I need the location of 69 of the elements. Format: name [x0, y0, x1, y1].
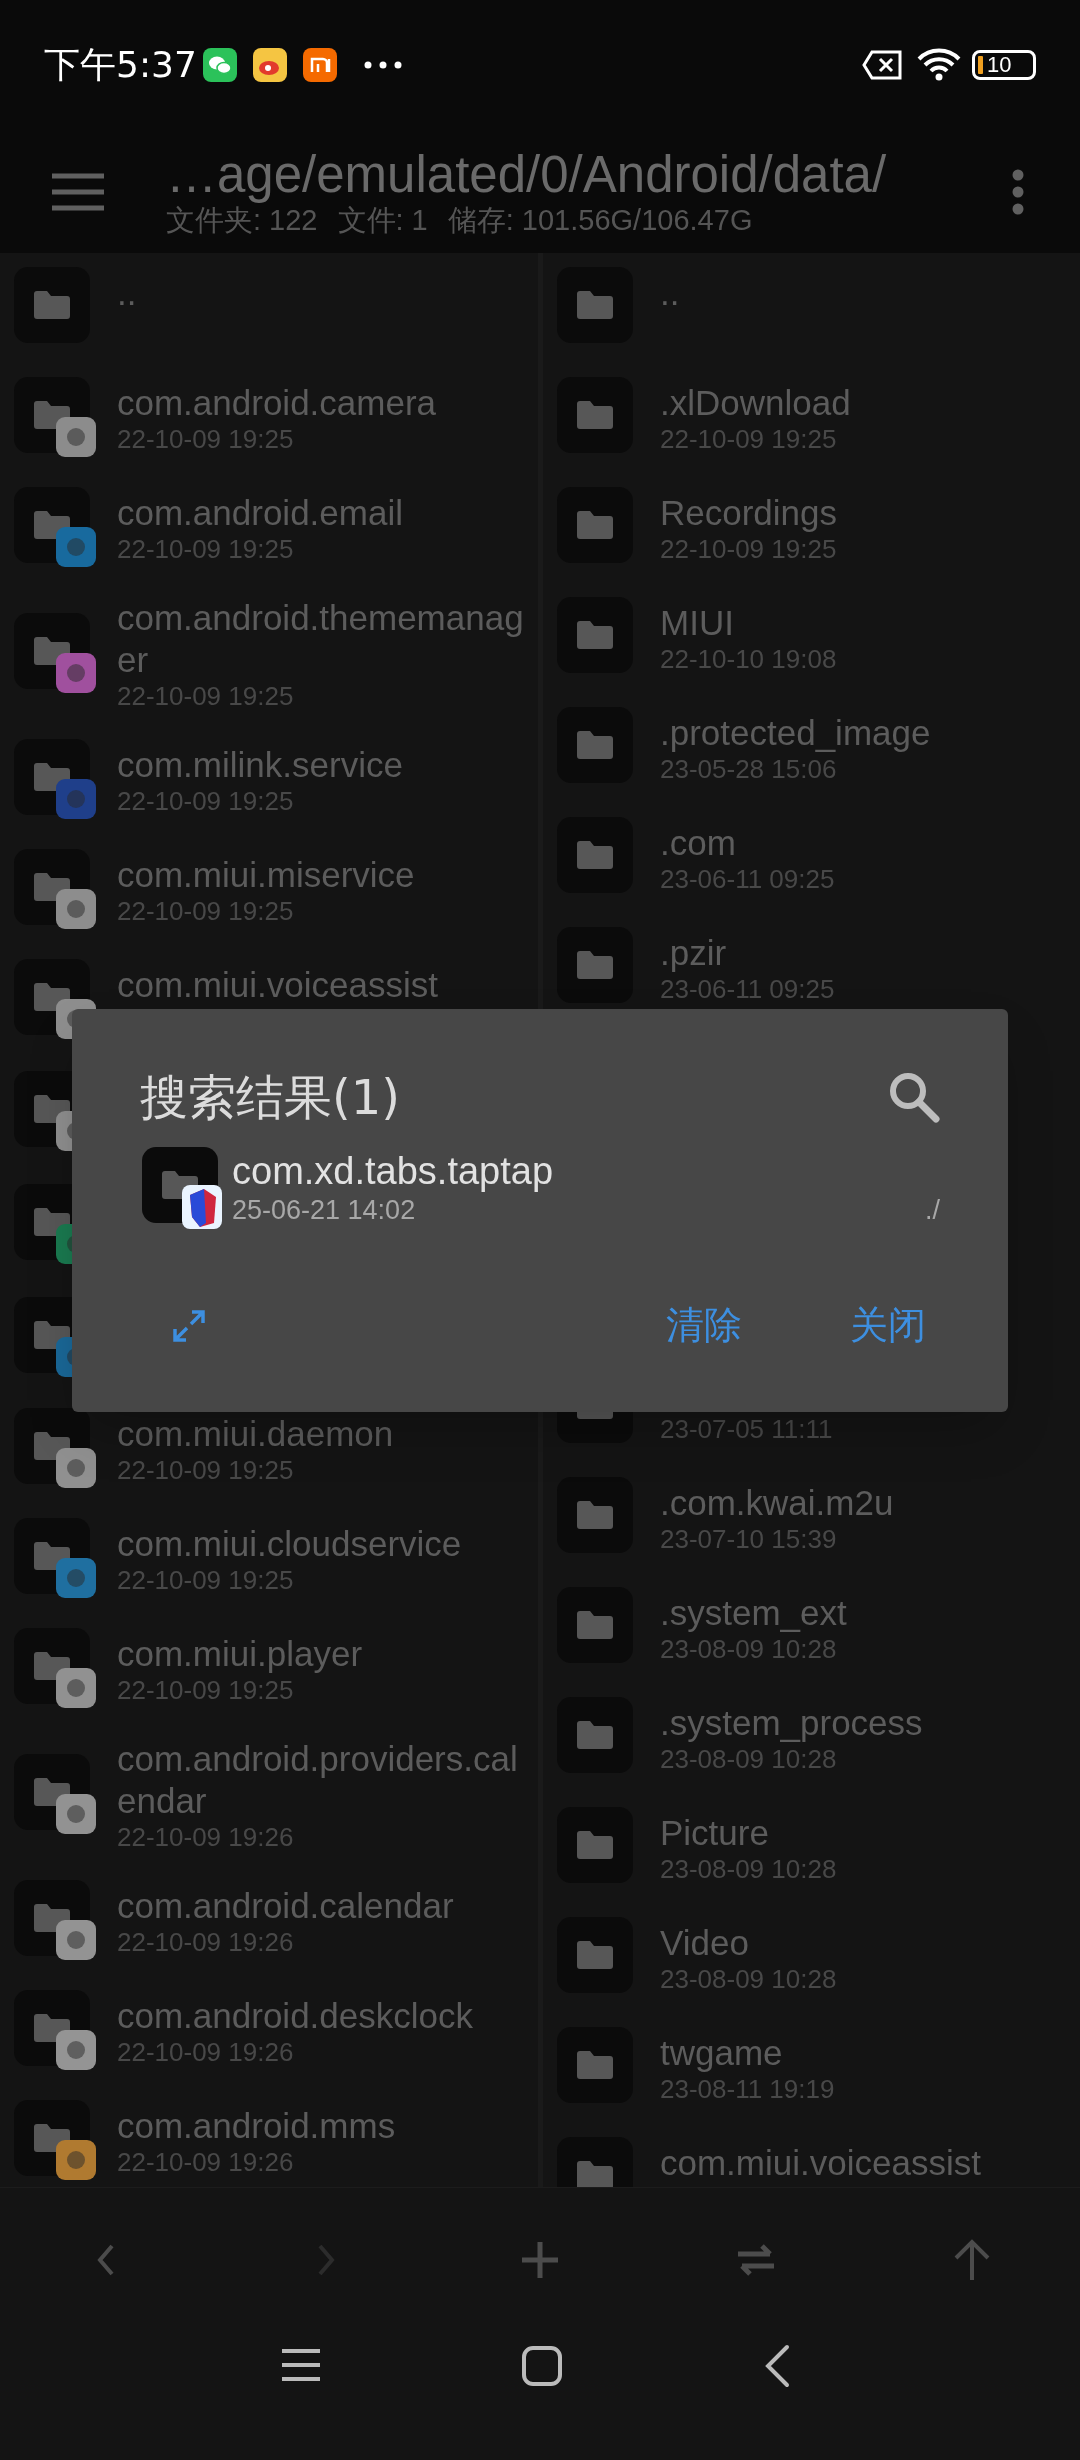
file-name: com.android.providers.calendar	[117, 1738, 519, 1822]
file-name: MIUI	[660, 602, 735, 644]
folder-icon	[557, 377, 633, 453]
file-name: com.miui.voiceassist	[660, 2142, 982, 2184]
file-name: com.milink.service	[117, 744, 404, 786]
folder-icon	[557, 707, 633, 783]
search-icon[interactable]	[888, 1071, 940, 1123]
dialog-button[interactable]: 关闭	[844, 1297, 932, 1354]
file-name: .system_process	[660, 1702, 924, 1744]
file-name: Video	[660, 1922, 750, 1964]
folder-icon	[557, 2027, 633, 2103]
file-name: com.miui.player	[117, 1633, 364, 1675]
path-title: …age/emulated/0/Android/data/	[166, 146, 888, 203]
folder-icon	[557, 1917, 633, 1993]
eye-app-icon	[252, 48, 287, 82]
recent-apps-icon[interactable]	[282, 2348, 320, 2382]
file-name: Recordings	[660, 492, 839, 534]
expand-icon[interactable]	[172, 1308, 206, 1343]
folder-icon	[557, 817, 633, 893]
folder-stats: 文件夹: 122	[166, 203, 318, 237]
more-notifications-icon	[362, 61, 403, 69]
app-badge-icon	[182, 1185, 222, 1229]
no-sim-icon	[862, 50, 902, 80]
file-name: com.android.camera	[117, 382, 438, 424]
file-name: com.miui.cloudservice	[117, 1523, 463, 1565]
file-name: ..	[117, 272, 138, 314]
file-name: .xlDownload	[660, 382, 852, 424]
file-name: ..	[660, 272, 681, 314]
file-name: Picture	[660, 1812, 770, 1854]
file-name: com.android.thememanager	[117, 597, 525, 681]
mi-app-icon	[302, 48, 337, 82]
result-date: 25-06-21 14:02	[232, 1194, 417, 1227]
folder-stats: 文件: 1	[337, 203, 428, 237]
folder-icon	[557, 267, 633, 343]
file-name: com.miui.voiceassist	[117, 964, 439, 1006]
result-name[interactable]: com.xd.tabs.taptap	[232, 1149, 554, 1193]
folder-icon	[557, 597, 633, 673]
file-name: .com.kwai.m2u	[660, 1482, 895, 1524]
battery-fill	[978, 56, 983, 74]
file-name: com.android.mms	[117, 2105, 397, 2147]
file-name: twgame	[660, 2032, 784, 2074]
folder-icon	[557, 1477, 633, 1553]
file-name: com.android.deskclock	[117, 1995, 474, 2037]
home-icon[interactable]	[522, 2346, 562, 2386]
status-time: 下午5:37	[44, 43, 197, 87]
result-path: ./	[925, 1194, 940, 1227]
more-options-icon[interactable]	[1012, 168, 1024, 215]
back-icon[interactable]	[764, 2344, 790, 2388]
dialog-button[interactable]: 清除	[660, 1297, 748, 1354]
battery-level: 10	[987, 54, 1012, 76]
folder-icon	[14, 267, 90, 343]
file-name: com.android.email	[117, 492, 404, 534]
file-name: .com	[660, 822, 737, 864]
dialog-title: 搜索结果(1)	[140, 1068, 400, 1127]
folder-icon	[557, 1587, 633, 1663]
folder-stats: 储存: 101.56G/106.47G	[447, 203, 753, 237]
file-name: com.miui.daemon	[117, 1413, 395, 1455]
chat-app-icon	[202, 48, 237, 82]
file-name: .system_ext	[660, 1592, 848, 1634]
folder-icon	[557, 487, 633, 563]
file-name: .pzir	[660, 932, 728, 974]
folder-icon	[557, 1697, 633, 1773]
file-name: .protected_image	[660, 712, 932, 754]
folder-icon	[557, 927, 633, 1003]
file-name: com.android.calendar	[117, 1885, 455, 1927]
menu-icon[interactable]	[52, 172, 104, 211]
file-name: com.miui.miservice	[117, 854, 416, 896]
folder-icon	[557, 1807, 633, 1883]
wifi-icon	[916, 47, 962, 83]
